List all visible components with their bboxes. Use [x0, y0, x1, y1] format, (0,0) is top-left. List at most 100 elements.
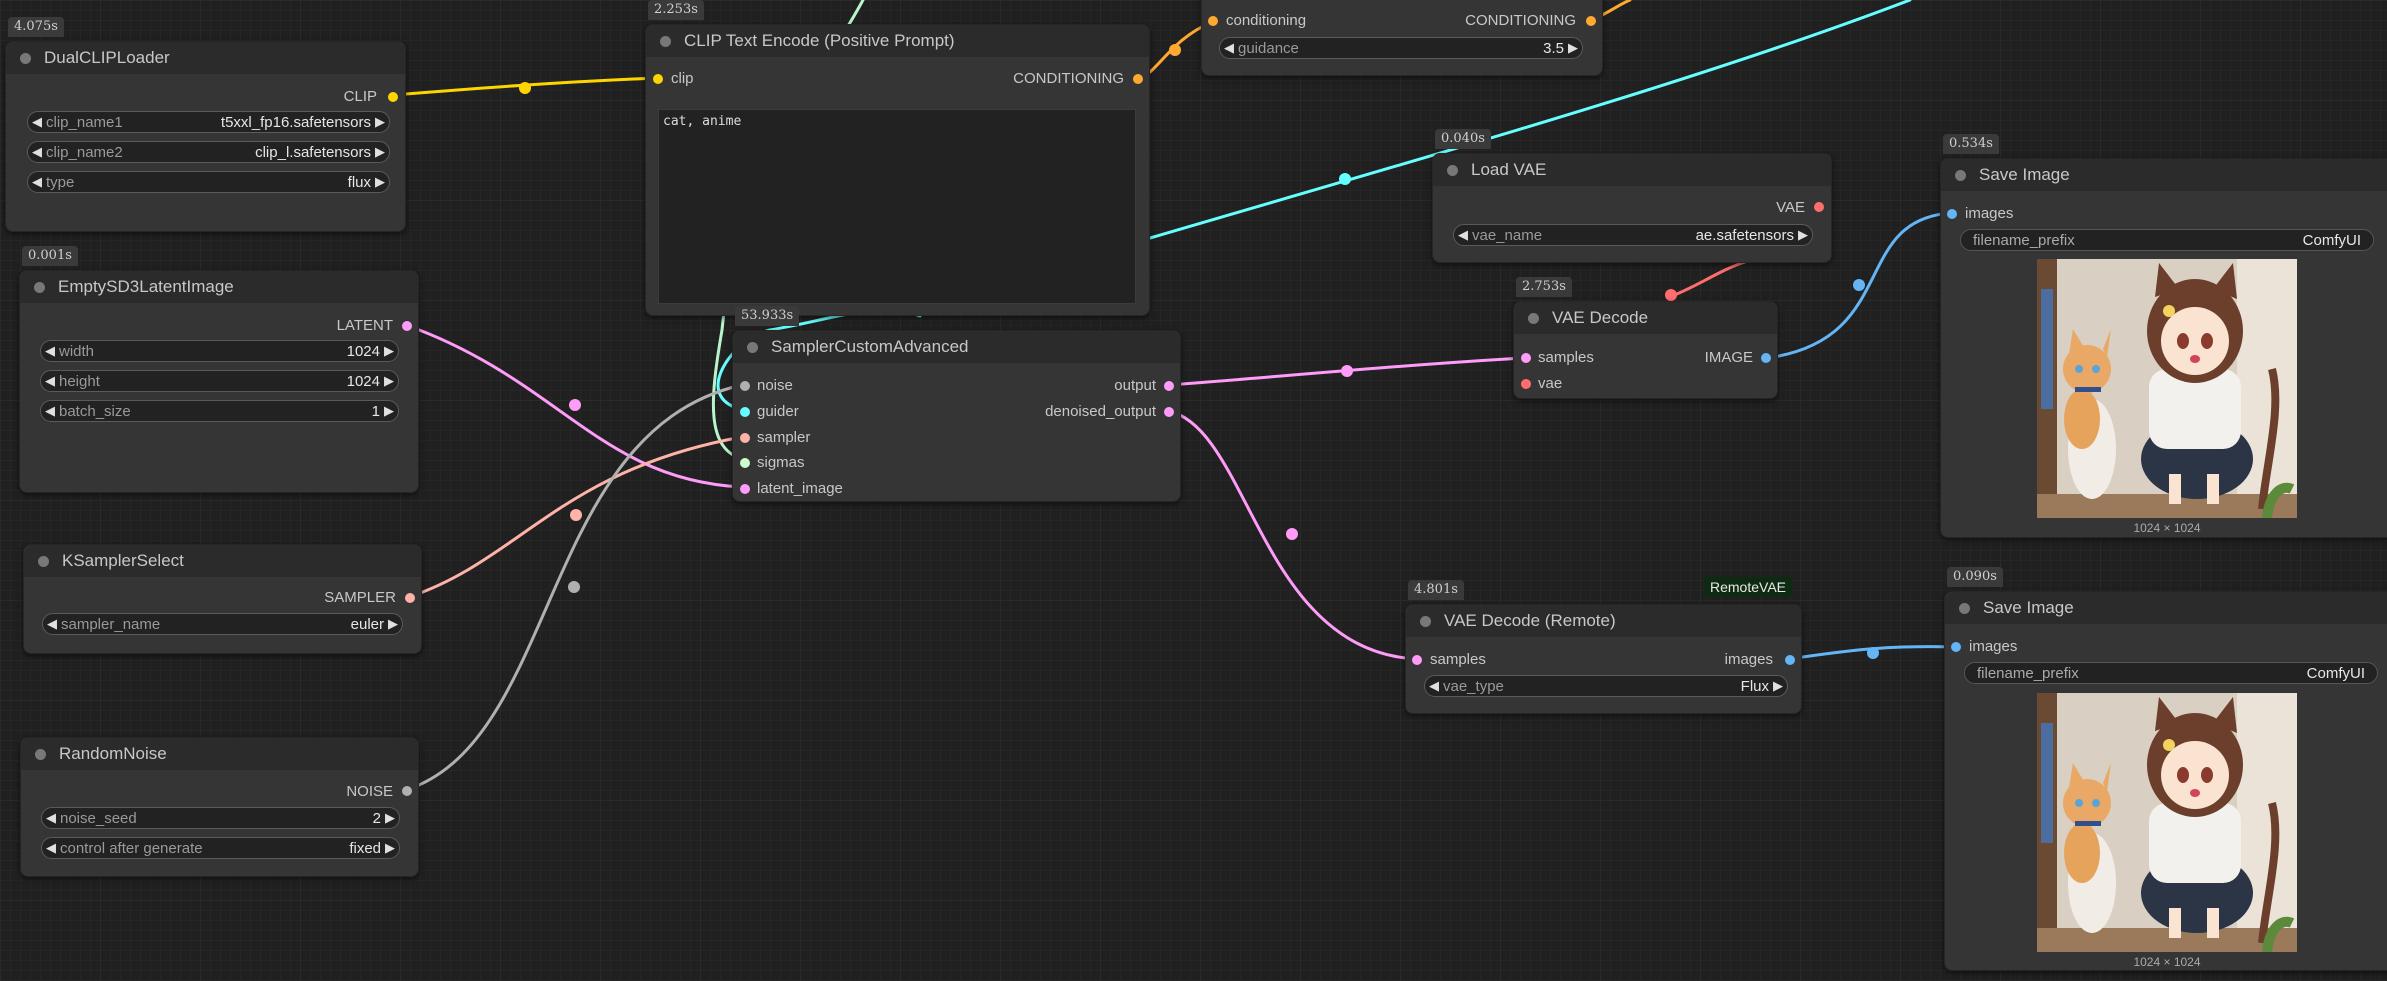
arrow-left-icon[interactable]: ◀	[1454, 227, 1472, 243]
arrow-left-icon[interactable]: ◀	[1220, 40, 1238, 56]
input-socket-clip[interactable]	[653, 74, 663, 84]
collapse-dot-icon[interactable]	[1955, 170, 1966, 181]
execution-time: 2.253s	[648, 0, 704, 20]
collapse-dot-icon[interactable]	[1420, 616, 1431, 627]
widget-type[interactable]: ◀ type flux ▶	[27, 171, 390, 193]
output-socket-conditioning[interactable]	[1133, 74, 1143, 84]
collapse-dot-icon[interactable]	[1528, 313, 1539, 324]
input-socket-noise[interactable]	[740, 381, 750, 391]
widget-vae-name[interactable]: ◀ vae_name ae.safetensors ▶	[1453, 224, 1813, 246]
execution-time: 0.040s	[1435, 129, 1491, 149]
arrow-right-icon[interactable]: ▶	[1769, 678, 1787, 694]
node-vae-decode[interactable]: VAE Decode samples vae IMAGE	[1513, 301, 1778, 399]
arrow-left-icon[interactable]: ◀	[42, 840, 60, 856]
output-socket-vae[interactable]	[1814, 202, 1824, 212]
widget-guidance[interactable]: ◀ guidance 3.5 ▶	[1219, 37, 1583, 59]
node-sampler-custom-advanced[interactable]: SamplerCustomAdvanced noise guider sampl…	[732, 330, 1181, 502]
arrow-right-icon[interactable]: ▶	[384, 616, 402, 632]
arrow-right-icon[interactable]: ▶	[381, 840, 399, 856]
output-socket-sampler[interactable]	[405, 593, 415, 603]
collapse-dot-icon[interactable]	[1447, 165, 1458, 176]
execution-time: 53.933s	[735, 306, 800, 326]
node-random-noise[interactable]: RandomNoise NOISE ◀ noise_seed 2 ▶ ◀ control…	[20, 737, 419, 877]
widget-sampler-name[interactable]: ◀ sampler_name euler ▶	[42, 613, 403, 635]
input-socket-conditioning[interactable]	[1208, 16, 1218, 26]
preview-image[interactable]	[2037, 693, 2297, 952]
arrow-right-icon[interactable]: ▶	[371, 114, 389, 130]
input-label: conditioning	[1226, 12, 1307, 29]
input-socket-samples[interactable]	[1412, 655, 1422, 665]
node-title: EmptySD3LatentImage	[58, 277, 234, 296]
output-socket-clip[interactable]	[388, 92, 398, 102]
widget-clip-name1[interactable]: ◀ clip_name1 t5xxl_fp16.safetensors ▶	[27, 111, 390, 133]
node-title: KSamplerSelect	[62, 551, 184, 570]
input-socket-sigmas[interactable]	[740, 458, 750, 468]
input-socket-vae[interactable]	[1521, 379, 1531, 389]
collapse-dot-icon[interactable]	[38, 556, 49, 567]
node-save-image-2[interactable]: Save Image images filename_prefix ComfyUI	[1944, 591, 2387, 971]
input-label: images	[1969, 638, 2018, 655]
node-empty-sd3-latent-image[interactable]: EmptySD3LatentImage LATENT ◀ width 1024 ▶ ◀…	[19, 270, 419, 493]
node-flux-guidance[interactable]: conditioning CONDITIONING ◀ guidance 3.5 ▶	[1201, 0, 1603, 76]
input-label: vae	[1538, 375, 1563, 392]
input-socket-images[interactable]	[1951, 642, 1961, 652]
node-vae-decode-remote[interactable]: VAE Decode (Remote) samples images ◀ vae_…	[1405, 604, 1802, 714]
output-socket-output[interactable]	[1164, 381, 1174, 391]
arrow-left-icon[interactable]: ◀	[43, 616, 61, 632]
input-socket-guider[interactable]	[740, 407, 750, 417]
input-socket-sampler[interactable]	[740, 433, 750, 443]
arrow-right-icon[interactable]: ▶	[1794, 227, 1812, 243]
input-label: noise	[757, 377, 793, 394]
collapse-dot-icon[interactable]	[747, 342, 758, 353]
collapse-dot-icon[interactable]	[1959, 603, 1970, 614]
arrow-right-icon[interactable]: ▶	[1564, 40, 1582, 56]
arrow-right-icon[interactable]: ▶	[380, 373, 398, 389]
arrow-left-icon[interactable]: ◀	[1425, 678, 1443, 694]
arrow-left-icon[interactable]: ◀	[28, 114, 46, 130]
collapse-dot-icon[interactable]	[35, 749, 46, 760]
arrow-left-icon[interactable]: ◀	[42, 810, 60, 826]
output-socket-images[interactable]	[1785, 655, 1795, 665]
node-ksampler-select[interactable]: KSamplerSelect SAMPLER ◀ sampler_name eule…	[23, 544, 422, 654]
widget-control-after-generate[interactable]: ◀ control after generate fixed ▶	[41, 837, 400, 859]
node-title: RandomNoise	[59, 744, 167, 763]
arrow-right-icon[interactable]: ▶	[380, 343, 398, 359]
widget-noise-seed[interactable]: ◀ noise_seed 2 ▶	[41, 807, 400, 829]
widget-batch-size[interactable]: ◀ batch_size 1 ▶	[40, 400, 399, 422]
arrow-right-icon[interactable]: ▶	[371, 174, 389, 190]
output-socket-noise[interactable]	[402, 786, 412, 796]
collapse-dot-icon[interactable]	[660, 36, 671, 47]
widget-width[interactable]: ◀ width 1024 ▶	[40, 340, 399, 362]
prompt-textarea[interactable]: cat, anime	[658, 109, 1136, 304]
node-save-image-1[interactable]: Save Image images filename_prefix ComfyUI	[1940, 158, 2387, 538]
input-socket-images[interactable]	[1947, 209, 1957, 219]
filename-prefix-field[interactable]: filename_prefix ComfyUI	[1964, 662, 2378, 684]
output-socket-denoised-output[interactable]	[1164, 407, 1174, 417]
filename-prefix-field[interactable]: filename_prefix ComfyUI	[1960, 229, 2374, 251]
arrow-right-icon[interactable]: ▶	[380, 403, 398, 419]
arrow-left-icon[interactable]: ◀	[41, 403, 59, 419]
arrow-right-icon[interactable]: ▶	[381, 810, 399, 826]
output-socket-conditioning[interactable]	[1586, 16, 1596, 26]
node-load-vae[interactable]: Load VAE VAE ◀ vae_name ae.safetensors ▶	[1432, 153, 1832, 263]
input-socket-samples[interactable]	[1521, 353, 1531, 363]
preview-image[interactable]	[2037, 259, 2297, 518]
node-dual-clip-loader[interactable]: DualCLIPLoader CLIP ◀ clip_name1 t5xxl_fp1…	[5, 41, 406, 232]
arrow-left-icon[interactable]: ◀	[28, 174, 46, 190]
execution-time: 0.534s	[1943, 134, 1999, 154]
arrow-left-icon[interactable]: ◀	[41, 343, 59, 359]
collapse-dot-icon[interactable]	[20, 53, 31, 64]
output-socket-latent[interactable]	[402, 321, 412, 331]
node-clip-text-encode[interactable]: CLIP Text Encode (Positive Prompt) clip …	[645, 24, 1150, 316]
input-socket-latent-image[interactable]	[740, 484, 750, 494]
arrow-left-icon[interactable]: ◀	[41, 373, 59, 389]
widget-clip-name2[interactable]: ◀ clip_name2 clip_l.safetensors ▶	[27, 141, 390, 163]
collapse-dot-icon[interactable]	[34, 282, 45, 293]
node-title: Save Image	[1979, 165, 2070, 184]
output-socket-image[interactable]	[1761, 353, 1771, 363]
widget-vae-type[interactable]: ◀ vae_type Flux ▶	[1424, 675, 1788, 697]
arrow-right-icon[interactable]: ▶	[371, 144, 389, 160]
widget-height[interactable]: ◀ height 1024 ▶	[40, 370, 399, 392]
arrow-left-icon[interactable]: ◀	[28, 144, 46, 160]
input-label: sampler	[757, 429, 811, 446]
